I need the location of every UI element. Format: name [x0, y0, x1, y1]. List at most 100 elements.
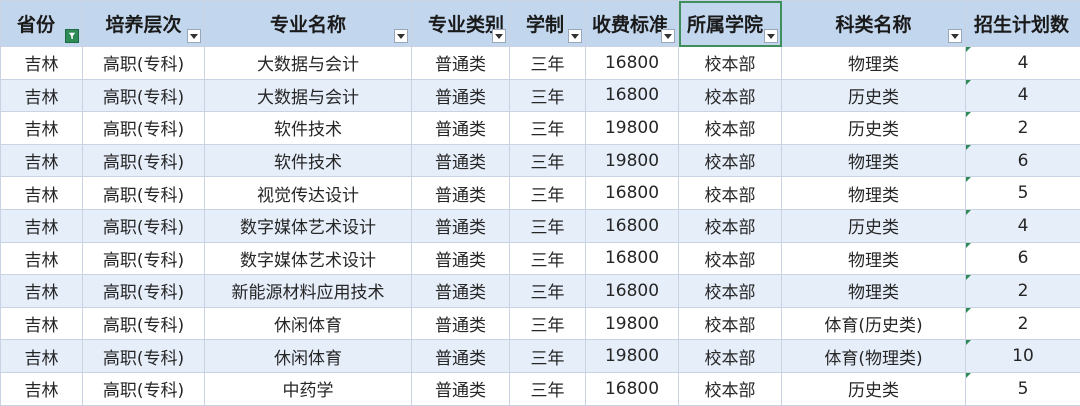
cell-plan[interactable]: 6	[965, 241, 1080, 276]
cell-province[interactable]: 吉林	[0, 78, 83, 113]
cell-level[interactable]: 高职(专科)	[82, 143, 205, 178]
cell-subject[interactable]: 体育(历史类)	[781, 306, 966, 341]
cell-subject[interactable]: 历史类	[781, 208, 966, 243]
cell-college[interactable]: 校本部	[678, 339, 782, 373]
cell-plan[interactable]: 4	[965, 78, 1080, 113]
cell-duration[interactable]: 三年	[509, 306, 586, 341]
cell-fee[interactable]: 16800	[585, 78, 679, 113]
cell-plan[interactable]: 2	[965, 274, 1080, 308]
cell-college[interactable]: 校本部	[678, 78, 782, 113]
header-fee[interactable]: 收费标准	[585, 0, 679, 47]
cell-category[interactable]: 普通类	[411, 111, 510, 145]
header-subject[interactable]: 科类名称	[781, 0, 966, 47]
cell-college[interactable]: 校本部	[678, 241, 782, 276]
cell-college[interactable]: 校本部	[678, 208, 782, 243]
cell-duration[interactable]: 三年	[509, 208, 586, 243]
cell-subject[interactable]: 物理类	[781, 241, 966, 276]
cell-plan[interactable]: 2	[965, 306, 1080, 341]
cell-category[interactable]: 普通类	[411, 208, 510, 243]
cell-duration[interactable]: 三年	[509, 46, 586, 80]
cell-level[interactable]: 高职(专科)	[82, 176, 205, 210]
cell-level[interactable]: 高职(专科)	[82, 306, 205, 341]
cell-fee[interactable]: 16800	[585, 46, 679, 80]
cell-duration[interactable]: 三年	[509, 176, 586, 210]
cell-province[interactable]: 吉林	[0, 274, 83, 308]
cell-subject[interactable]: 物理类	[781, 46, 966, 80]
cell-plan[interactable]: 2	[965, 111, 1080, 145]
filter-dropdown-icon[interactable]	[948, 29, 962, 43]
cell-province[interactable]: 吉林	[0, 241, 83, 276]
filter-dropdown-icon[interactable]	[394, 29, 408, 43]
cell-college[interactable]: 校本部	[678, 176, 782, 210]
cell-category[interactable]: 普通类	[411, 143, 510, 178]
cell-fee[interactable]: 19800	[585, 339, 679, 373]
cell-plan[interactable]: 4	[965, 46, 1080, 80]
cell-duration[interactable]: 三年	[509, 241, 586, 276]
cell-level[interactable]: 高职(专科)	[82, 208, 205, 243]
filter-dropdown-icon[interactable]	[492, 29, 506, 43]
filter-dropdown-icon[interactable]	[661, 29, 675, 43]
filter-dropdown-icon[interactable]	[764, 29, 778, 43]
cell-subject[interactable]: 历史类	[781, 78, 966, 113]
header-province[interactable]: 省份	[0, 0, 83, 47]
header-major[interactable]: 专业名称	[204, 0, 412, 47]
cell-category[interactable]: 普通类	[411, 306, 510, 341]
cell-plan[interactable]: 10	[965, 339, 1080, 373]
cell-fee[interactable]: 16800	[585, 274, 679, 308]
cell-major[interactable]: 数字媒体艺术设计	[204, 208, 412, 243]
filter-active-icon[interactable]	[65, 29, 79, 43]
header-plan[interactable]: 招生计划数	[965, 0, 1080, 47]
cell-subject[interactable]: 历史类	[781, 371, 966, 406]
cell-fee[interactable]: 16800	[585, 241, 679, 276]
cell-duration[interactable]: 三年	[509, 274, 586, 308]
cell-province[interactable]: 吉林	[0, 46, 83, 80]
cell-subject[interactable]: 物理类	[781, 176, 966, 210]
cell-college[interactable]: 校本部	[678, 111, 782, 145]
cell-duration[interactable]: 三年	[509, 78, 586, 113]
cell-category[interactable]: 普通类	[411, 339, 510, 373]
cell-major[interactable]: 软件技术	[204, 143, 412, 178]
cell-major[interactable]: 新能源材料应用技术	[204, 274, 412, 308]
cell-major[interactable]: 休闲体育	[204, 339, 412, 373]
cell-level[interactable]: 高职(专科)	[82, 78, 205, 113]
cell-duration[interactable]: 三年	[509, 143, 586, 178]
cell-college[interactable]: 校本部	[678, 46, 782, 80]
cell-plan[interactable]: 4	[965, 208, 1080, 243]
filter-dropdown-icon[interactable]	[187, 29, 201, 43]
header-level[interactable]: 培养层次	[82, 0, 205, 47]
cell-major[interactable]: 数字媒体艺术设计	[204, 241, 412, 276]
header-category[interactable]: 专业类别	[411, 0, 510, 47]
cell-province[interactable]: 吉林	[0, 208, 83, 243]
cell-level[interactable]: 高职(专科)	[82, 339, 205, 373]
cell-level[interactable]: 高职(专科)	[82, 274, 205, 308]
header-duration[interactable]: 学制	[509, 0, 586, 47]
cell-fee[interactable]: 19800	[585, 111, 679, 145]
cell-subject[interactable]: 历史类	[781, 111, 966, 145]
cell-province[interactable]: 吉林	[0, 111, 83, 145]
cell-level[interactable]: 高职(专科)	[82, 46, 205, 80]
cell-province[interactable]: 吉林	[0, 306, 83, 341]
cell-college[interactable]: 校本部	[678, 306, 782, 341]
cell-fee[interactable]: 19800	[585, 306, 679, 341]
cell-level[interactable]: 高职(专科)	[82, 111, 205, 145]
cell-duration[interactable]: 三年	[509, 339, 586, 373]
cell-category[interactable]: 普通类	[411, 46, 510, 80]
cell-subject[interactable]: 物理类	[781, 143, 966, 178]
header-college[interactable]: 所属学院	[678, 0, 782, 47]
cell-province[interactable]: 吉林	[0, 371, 83, 406]
cell-plan[interactable]: 5	[965, 371, 1080, 406]
cell-duration[interactable]: 三年	[509, 371, 586, 406]
cell-college[interactable]: 校本部	[678, 143, 782, 178]
cell-category[interactable]: 普通类	[411, 241, 510, 276]
cell-subject[interactable]: 体育(物理类)	[781, 339, 966, 373]
cell-plan[interactable]: 6	[965, 143, 1080, 178]
cell-province[interactable]: 吉林	[0, 339, 83, 373]
cell-major[interactable]: 大数据与会计	[204, 78, 412, 113]
cell-fee[interactable]: 19800	[585, 143, 679, 178]
cell-province[interactable]: 吉林	[0, 143, 83, 178]
cell-level[interactable]: 高职(专科)	[82, 371, 205, 406]
filter-dropdown-icon[interactable]	[568, 29, 582, 43]
cell-college[interactable]: 校本部	[678, 274, 782, 308]
cell-category[interactable]: 普通类	[411, 274, 510, 308]
cell-fee[interactable]: 16800	[585, 176, 679, 210]
